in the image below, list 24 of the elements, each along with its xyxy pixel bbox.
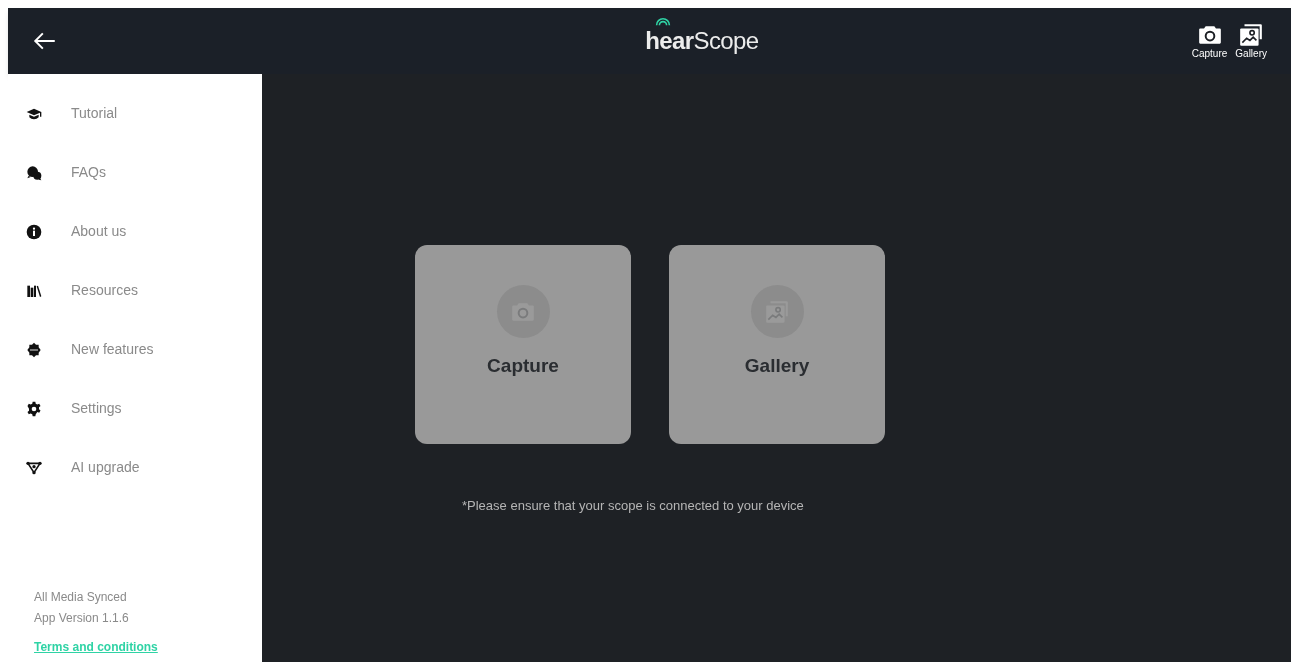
chat-bubbles-icon bbox=[26, 164, 42, 181]
photos-icon bbox=[1238, 21, 1265, 48]
terms-link[interactable]: Terms and conditions bbox=[34, 637, 158, 658]
header-action[interactable]: Capture bbox=[1191, 21, 1228, 61]
connection-note: *Please ensure that your scope is connected to your device bbox=[462, 497, 804, 515]
sidebar-item[interactable]: Resources bbox=[26, 261, 262, 320]
action-card[interactable]: Capture bbox=[415, 245, 631, 444]
action-card[interactable]: Gallery bbox=[669, 245, 885, 444]
settings-icon bbox=[26, 400, 42, 417]
sidebar-item[interactable]: New features bbox=[26, 320, 262, 379]
app-version: App Version 1.1.6 bbox=[34, 610, 130, 627]
app-logo: hearScope bbox=[645, 23, 759, 59]
header-action[interactable]: Gallery bbox=[1235, 21, 1267, 61]
network-icon bbox=[26, 459, 42, 476]
sidebar-item[interactable]: Settings bbox=[26, 379, 262, 438]
new-badge-icon bbox=[26, 341, 42, 358]
sidebar-item[interactable]: FAQs bbox=[26, 143, 262, 202]
signal-icon bbox=[655, 18, 672, 26]
sidebar-item[interactable]: Tutorial bbox=[26, 84, 262, 143]
sidebar-item[interactable]: AI upgrade bbox=[26, 438, 262, 497]
sidebar-item[interactable]: About us bbox=[26, 202, 262, 261]
photos-icon bbox=[764, 298, 790, 325]
sync-status: All Media Synced bbox=[34, 589, 128, 606]
info-icon bbox=[26, 223, 42, 240]
